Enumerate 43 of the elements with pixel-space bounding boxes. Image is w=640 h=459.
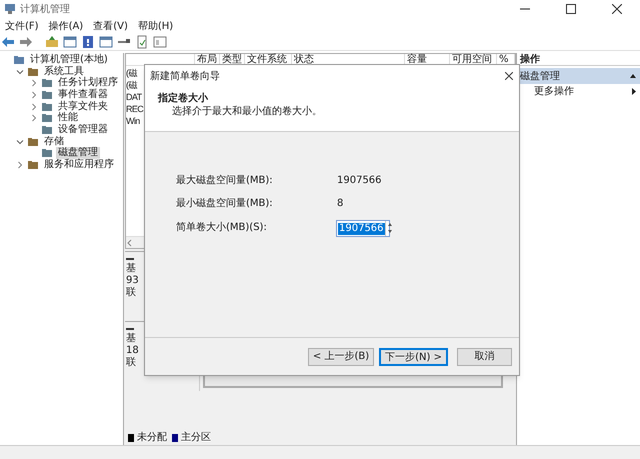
window-title: 计算机管理 [20, 2, 70, 16]
dialog-button[interactable]: 取消 [457, 348, 512, 366]
field-value: 1907566 [337, 174, 382, 188]
legend-label: 主分区 [181, 430, 211, 445]
field-value: 8 [337, 196, 344, 210]
menu-item[interactable]: 操作(A) [48, 18, 84, 34]
dialog-button[interactable]: < 上一步(B) [308, 348, 374, 366]
table-cell: (磁 [126, 79, 137, 91]
tree-item[interactable]: 设备管理器 [56, 124, 110, 136]
action-item[interactable]: 更多操作 [517, 84, 640, 99]
tree-item[interactable]: 系统工具 [42, 66, 86, 78]
legend-label: 未分配 [137, 430, 167, 445]
table-cell: REC [126, 103, 144, 115]
tree-item[interactable]: 磁盘管理 [56, 147, 100, 160]
field-label: 最小磁盘空间量(MB): [176, 196, 274, 210]
actions-section[interactable]: 磁盘管理 [517, 68, 640, 84]
tree-item[interactable]: 性能 [56, 112, 80, 124]
menu-item[interactable]: 帮助(H) [138, 18, 174, 34]
disk-info: 联 [126, 357, 136, 369]
tree-item[interactable]: 任务计划程序 [56, 77, 120, 90]
disk-info: 基 [126, 263, 136, 275]
table-cell: (磁 [126, 67, 137, 79]
tree-item[interactable]: 存储 [42, 136, 66, 148]
menu-item[interactable]: 查看(V) [93, 18, 128, 34]
actions-header: 操作 [517, 53, 640, 66]
dialog-button[interactable]: 下一步(N) > [379, 348, 448, 366]
disk-info: 93 [126, 275, 139, 287]
menu-item[interactable]: 文件(F) [5, 18, 39, 34]
field-label: 简单卷大小(MB)(S): [176, 220, 268, 235]
tree-item[interactable]: 服务和应用程序 [42, 159, 116, 172]
size-spin-field[interactable]: 1907566 [336, 220, 390, 237]
disk-info: 18 [126, 345, 139, 357]
table-cell: DAT [126, 91, 142, 103]
field-label: 最大磁盘空间量(MB): [176, 174, 274, 188]
step-description: 选择介于最大和最小值的卷大小。 [171, 105, 322, 118]
dialog-title: 新建简单卷向导 [150, 70, 220, 84]
table-cell: Win [126, 115, 140, 127]
disk-info: 基 [126, 333, 136, 345]
step-heading: 指定卷大小 [158, 92, 208, 105]
tree-item[interactable]: 计算机管理(本地) [28, 54, 110, 66]
tree-item[interactable]: 共享文件夹 [56, 100, 110, 113]
tree-item[interactable]: 事件查看器 [56, 88, 110, 101]
disk-info: 联 [126, 287, 136, 299]
